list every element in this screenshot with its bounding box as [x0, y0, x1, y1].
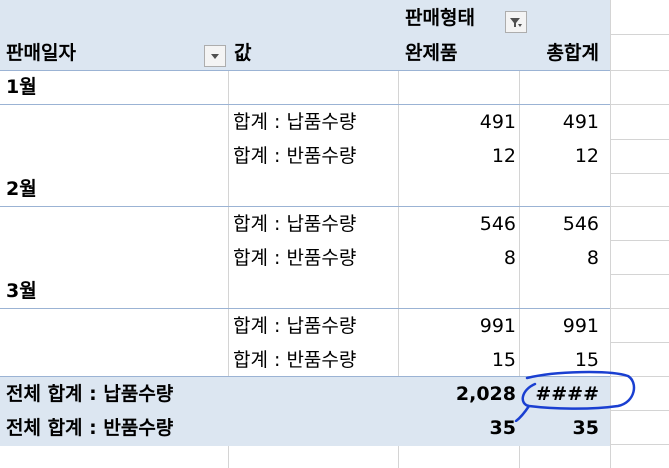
grid-line [610, 34, 669, 35]
grid-line [610, 206, 669, 207]
grand-total-label: 전체 합계 : 반품수량 [6, 417, 174, 439]
row-label: 합계 : 반품수량 [233, 349, 357, 371]
hand-drawn-circle-annotation [514, 370, 636, 422]
month-label[interactable]: 1월 [6, 75, 37, 99]
cell-total[interactable]: 991 [519, 314, 599, 338]
filter-dropdown-icon[interactable] [505, 11, 527, 33]
grand-total-label: 전체 합계 : 납품수량 [6, 383, 174, 405]
grand-total-column-label: 총합계 [546, 42, 599, 64]
values-label: 값 [234, 42, 252, 64]
grand-total-value[interactable]: 35 [400, 416, 516, 440]
grid-line [610, 342, 669, 343]
cell-total[interactable]: 546 [519, 212, 599, 236]
month-label[interactable]: 2월 [6, 177, 37, 201]
column-field-label: 판매형태 [405, 7, 475, 29]
cell-total[interactable]: 8 [519, 246, 599, 270]
cell-value[interactable]: 15 [400, 348, 516, 372]
grid-line [610, 274, 669, 275]
grid-line [610, 173, 669, 174]
grid-line [610, 70, 669, 71]
group-separator [0, 206, 610, 207]
cell-value[interactable]: 8 [400, 246, 516, 270]
row-label: 합계 : 납품수량 [233, 315, 357, 337]
row-label: 합계 : 반품수량 [233, 145, 357, 167]
grid-line [610, 308, 669, 309]
row-label: 합계 : 납품수량 [233, 213, 357, 235]
dropdown-arrow-icon[interactable] [204, 45, 226, 67]
cell-value[interactable]: 491 [400, 110, 516, 134]
row-field-label: 판매일자 [6, 42, 76, 64]
grid-line [610, 444, 669, 445]
column-item-label: 완제품 [405, 42, 458, 64]
cell-total[interactable]: 12 [519, 144, 599, 168]
cell-total[interactable]: 491 [519, 110, 599, 134]
grid-line [610, 240, 669, 241]
cell-value[interactable]: 991 [400, 314, 516, 338]
grand-total-value[interactable]: 2,028 [400, 382, 516, 406]
cell-value[interactable]: 12 [400, 144, 516, 168]
row-label: 합계 : 반품수량 [233, 247, 357, 269]
grid-line [610, 139, 669, 140]
row-label: 합계 : 납품수량 [233, 111, 357, 133]
grid-line [610, 104, 669, 105]
group-separator [0, 104, 610, 105]
header-separator [0, 70, 610, 71]
month-label[interactable]: 3월 [6, 279, 37, 303]
group-separator [0, 308, 610, 309]
cell-value[interactable]: 546 [400, 212, 516, 236]
